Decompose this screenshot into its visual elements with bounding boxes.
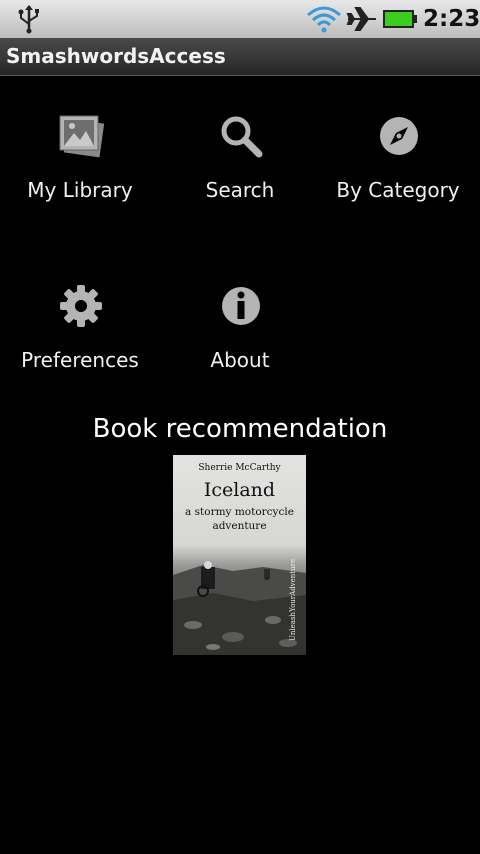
preferences-label: Preferences (21, 348, 139, 372)
book-subtitle: a stormy motorcycle adventure (185, 506, 294, 532)
book-author: Sherrie McCarthy (198, 463, 281, 473)
book-cover[interactable]: Sherrie McCarthy Iceland a stormy motorc… (173, 455, 306, 655)
clock: 2:23 (423, 6, 480, 32)
app-title-bar: SmashwordsAccess (0, 38, 480, 76)
airplane-icon (346, 7, 376, 31)
app-title: SmashwordsAccess (6, 44, 226, 68)
book-spine-text: UnleashYourAdventure (289, 558, 297, 641)
battery-icon (383, 10, 417, 28)
by-category-button[interactable]: By Category (318, 113, 478, 263)
by-category-label: By Category (336, 178, 460, 202)
preferences-button[interactable]: Preferences (0, 283, 160, 433)
my-library-label: My Library (27, 178, 133, 202)
my-library-button[interactable]: My Library (0, 113, 160, 263)
search-button[interactable]: Search (160, 113, 320, 263)
recommendation-heading: Book recommendation (92, 414, 388, 444)
about-label: About (210, 348, 270, 372)
book-title: Iceland (203, 479, 276, 501)
library-icon (59, 115, 104, 158)
usb-icon (18, 5, 39, 34)
wifi-icon (307, 6, 341, 33)
gear-icon (60, 285, 102, 327)
compass-icon (380, 117, 418, 155)
search-icon (221, 116, 263, 158)
about-button[interactable]: About (160, 283, 320, 433)
cover-photo (173, 561, 306, 655)
info-icon (222, 287, 260, 325)
status-bar: 2:23 (0, 0, 480, 38)
search-label: Search (205, 178, 275, 202)
